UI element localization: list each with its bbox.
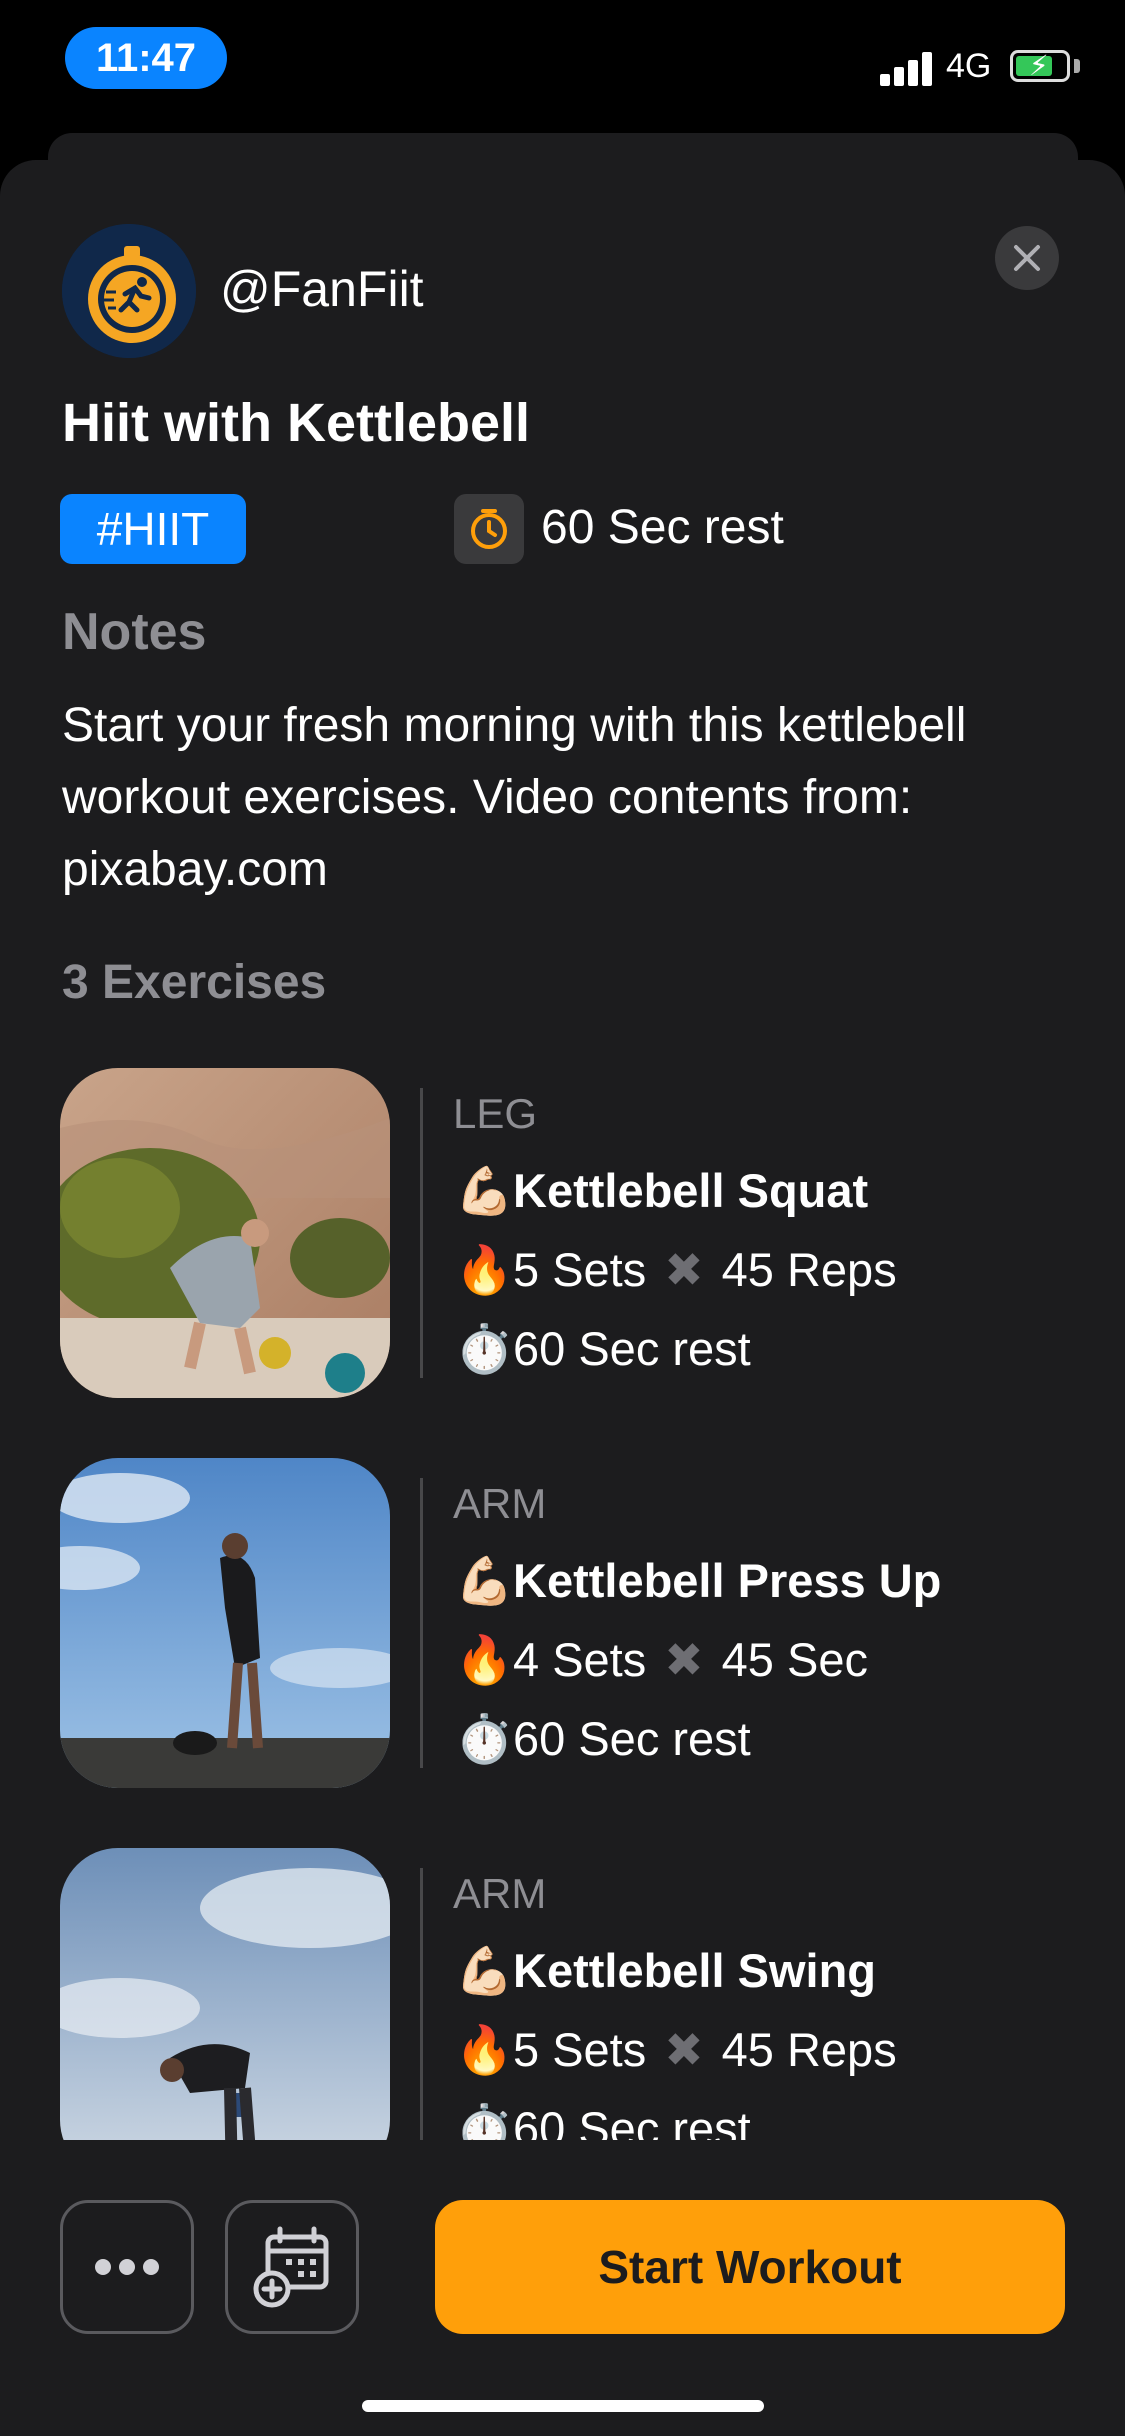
exercise-item[interactable]: ARM 💪🏻Kettlebell Press Up 🔥4 Sets ✖ 45 Sec… [0,1458,1125,1788]
exercise-amount: 45 Reps [721,2023,897,2076]
close-icon [1014,245,1040,271]
times-icon: ✖ [664,1633,704,1686]
exercise-category: ARM [453,1870,547,1917]
exercise-item[interactable]: LEG 💪🏻Kettlebell Squat 🔥5 Sets ✖ 45 Reps ⏱… [0,1068,1125,1398]
stopwatch-icon: ⏱️ [455,1322,514,1375]
more-options-button[interactable] [60,2200,194,2334]
muscle-icon: 💪🏻 [455,1554,514,1607]
exercise-thumbnail[interactable] [60,1068,390,1398]
status-bar: 11:47 4G ⚡ [0,0,1125,130]
username[interactable]: @FanFiit [220,260,424,318]
fire-icon: 🔥 [455,1633,514,1686]
times-icon: ✖ [664,1243,704,1296]
notes-text: Start your fresh morning with this kettl… [62,699,967,896]
exercise-thumbnail[interactable] [60,1458,390,1788]
divider [420,1868,423,2158]
exercise-amount: 45 Sec [721,1633,868,1686]
stopwatch-runner-logo-icon [62,224,196,358]
stopwatch-icon: ⏱️ [455,1712,514,1765]
exercise-thumbnail[interactable] [60,1848,390,2178]
muscle-icon: 💪🏻 [455,1164,514,1217]
fire-icon: 🔥 [455,2023,514,2076]
exercise-sets: 5 Sets [513,1243,647,1296]
exercise-item[interactable]: ARM 💪🏻Kettlebell Swing 🔥5 Sets ✖ 45 Reps ⏱… [0,1848,1125,2178]
muscle-icon: 💪🏻 [455,1944,514,1997]
exercise-category: ARM [453,1480,547,1527]
start-workout-button[interactable]: Start Workout [435,2200,1065,2334]
exercise-category: LEG [453,1090,538,1137]
workout-title: Hiit with Kettlebell [62,393,531,453]
divider [420,1088,423,1378]
exercise-name: Kettlebell Squat [513,1164,869,1217]
exercise-name: Kettlebell Swing [513,1944,876,1997]
network-label: 4G [946,47,992,85]
exercise-rest: 60 Sec rest [513,1322,751,1375]
exercise-amount: 45 Reps [721,1243,897,1296]
schedule-button[interactable] [225,2200,359,2334]
exercise-sets: 5 Sets [513,2023,647,2076]
avatar[interactable] [62,224,196,358]
exercise-sets: 4 Sets [513,1633,647,1686]
battery-icon: ⚡ [1010,50,1070,82]
status-time[interactable]: 11:47 [65,27,227,89]
workout-rest: 60 Sec rest [541,501,784,554]
times-icon: ✖ [664,2023,704,2076]
calendar-add-icon [253,2226,329,2308]
divider [420,1478,423,1768]
battery-tip [1074,59,1080,73]
workout-sheet: @FanFiit Hiit with Kettlebell #HIIT 60 S… [0,160,1125,2436]
exercise-rest: 60 Sec rest [513,1712,751,1765]
notes-heading: Notes [62,603,207,661]
fire-icon: 🔥 [455,1243,514,1296]
ellipsis-icon [95,2259,159,2275]
signal-icon [880,52,934,86]
exercise-count: 3 Exercises [62,956,327,1009]
close-button[interactable] [995,226,1059,290]
timer-icon [454,494,524,564]
home-indicator[interactable] [362,2400,764,2412]
exercise-name: Kettlebell Press Up [513,1554,942,1607]
workout-tag[interactable]: #HIIT [60,494,246,564]
